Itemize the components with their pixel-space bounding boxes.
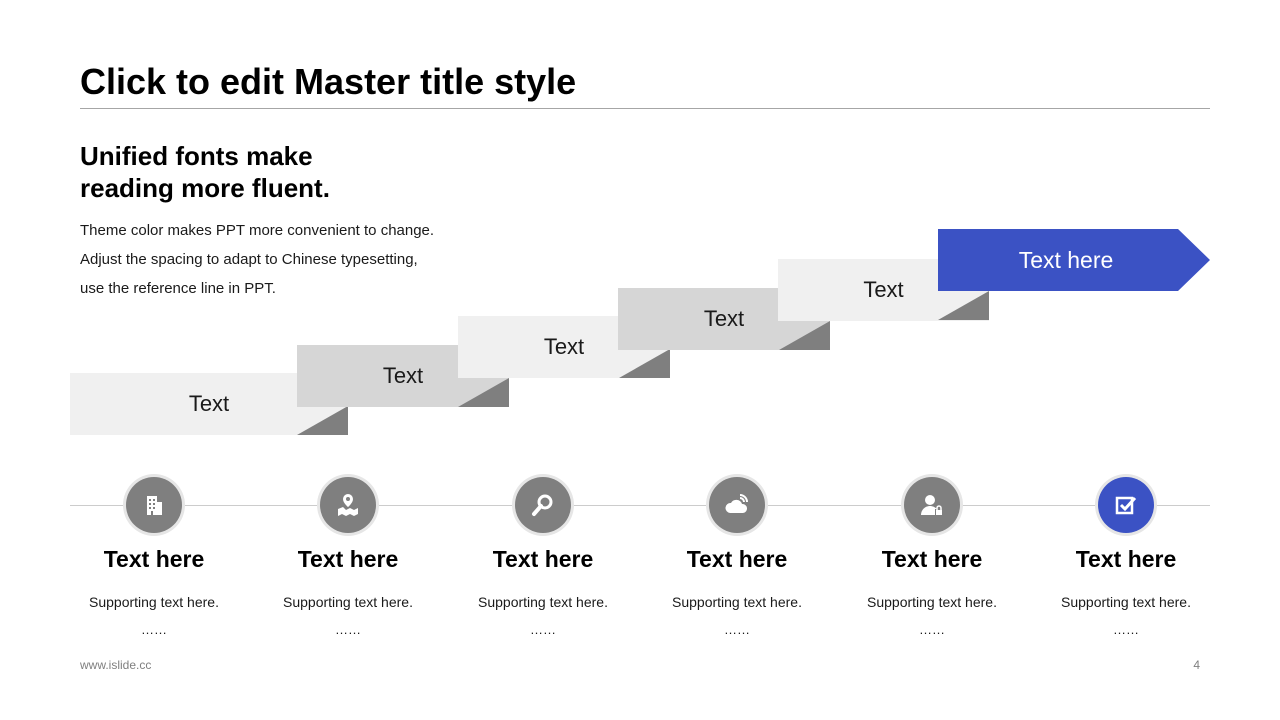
column-title: Text here	[686, 546, 788, 572]
checkbox-icon	[1098, 477, 1154, 533]
step-fold	[619, 349, 670, 378]
step-label: Text	[188, 391, 230, 416]
cloud-signal-icon	[709, 477, 765, 533]
column-title: Text here	[1075, 546, 1177, 572]
step-label: Text	[382, 363, 424, 388]
slide-title: Click to edit Master title style	[80, 61, 577, 102]
step-label: Text	[543, 334, 585, 359]
column-ellipsis: ……	[1113, 622, 1139, 637]
column-title: Text here	[297, 546, 399, 572]
column-support-text: Supporting text here.	[1061, 594, 1191, 610]
footer-url: www.islide.cc	[80, 658, 152, 672]
column-ellipsis: ……	[335, 622, 361, 637]
step-fold	[297, 406, 348, 435]
column-support-text: Supporting text here.	[283, 594, 413, 610]
body-text: Theme color makes PPT more convenient to…	[80, 216, 434, 303]
column-support-text: Supporting text here.	[672, 594, 802, 610]
body-line: use the reference line in PPT.	[80, 280, 276, 297]
search-icon	[515, 477, 571, 533]
column-support-text: Supporting text here.	[89, 594, 219, 610]
column-ellipsis: ……	[530, 622, 556, 637]
column-ellipsis: ……	[919, 622, 945, 637]
user-lock-icon	[904, 477, 960, 533]
column-support-text: Supporting text here.	[478, 594, 608, 610]
title-divider	[80, 108, 1210, 109]
step-fold	[938, 291, 989, 320]
step-label: Text	[863, 277, 904, 302]
column-ellipsis: ……	[141, 622, 167, 637]
column-ellipsis: ……	[724, 622, 750, 637]
column-title: Text here	[103, 546, 205, 572]
step-fold	[779, 321, 830, 350]
building-icon	[126, 477, 182, 533]
step-fold	[458, 378, 509, 407]
column-support-text: Supporting text here.	[867, 594, 997, 610]
step-label: Text	[703, 306, 745, 331]
sub-heading-line: Unified fonts make	[80, 141, 313, 171]
body-line: Theme color makes PPT more convenient to…	[80, 222, 435, 239]
page-number: 4	[1193, 658, 1200, 672]
map-pin-icon	[320, 477, 376, 533]
sub-heading: Unified fonts make reading more fluent.	[80, 140, 330, 204]
body-line: Adjust the spacing to adapt to Chinese t…	[80, 251, 418, 268]
sub-heading-line: reading more fluent.	[80, 173, 330, 203]
timeline-line	[70, 505, 1210, 506]
column-title: Text here	[492, 546, 594, 572]
final-step-label: Text here	[1018, 246, 1114, 273]
column-title: Text here	[881, 546, 983, 572]
